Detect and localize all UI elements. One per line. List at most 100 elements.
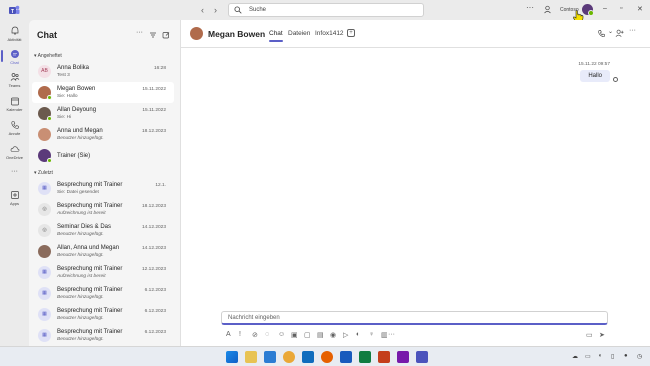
priority-icon[interactable]: ! — [239, 331, 246, 338]
chat-row-meeting[interactable]: ▦ Besprechung mit Trainer Aufzeichnung i… — [32, 262, 174, 283]
forward-arrow-icon[interactable]: › — [214, 5, 217, 15]
header-divider — [181, 47, 650, 48]
chat-row-meeting[interactable]: ▦ Besprechung mit Trainer Benutzer hinzu… — [32, 283, 174, 304]
rail-item-onedrive[interactable]: OneDrive — [0, 142, 29, 164]
network-icon[interactable]: ▭ — [585, 353, 591, 360]
approvals-icon[interactable]: ◐ — [356, 331, 363, 338]
teams-taskbar-icon[interactable] — [416, 351, 428, 363]
emoji-icon[interactable]: ☺ — [278, 331, 285, 338]
rail-item-apps[interactable]: Apps — [0, 188, 29, 210]
lists-icon[interactable]: ▥ — [381, 331, 388, 339]
search-icon — [234, 6, 242, 14]
compose-input[interactable]: Nachricht eingeben — [228, 315, 280, 321]
contact-avatar — [190, 27, 203, 40]
edge-browser-icon[interactable] — [264, 351, 276, 363]
people-icon[interactable] — [543, 5, 552, 14]
chat-date: 6.12.2023 — [144, 330, 166, 335]
chat-date: 15.11.2022 — [142, 87, 166, 92]
stream-icon[interactable]: ▷ — [343, 331, 350, 339]
chat-date: 14.12.2023 — [141, 246, 166, 251]
schedule-meeting-icon[interactable]: ▤ — [317, 331, 324, 339]
minimize-button[interactable]: – — [603, 5, 607, 12]
chat-date: 6.12.2023 — [144, 309, 166, 314]
section-pinned[interactable]: Angeheftet — [34, 53, 62, 59]
chat-row-allan-deyoung[interactable]: Allan Deyoung Sie: Hi 15.11.2022 — [32, 103, 174, 124]
calendar-icon: ▦ — [38, 329, 51, 342]
praise-icon[interactable]: ◉ — [330, 331, 337, 339]
more-options-icon[interactable]: ··· — [526, 3, 534, 12]
message-compose-box[interactable]: Nachricht eingeben — [221, 311, 608, 325]
search-input[interactable]: Suche — [249, 7, 266, 13]
gif-icon[interactable]: ▣ — [291, 331, 298, 339]
notification-icon[interactable]: ● — [624, 353, 628, 359]
rail-item-activity[interactable]: Aktivität — [0, 24, 29, 46]
chat-row-meeting[interactable]: ▦ Besprechung mit Trainer Benutzer hinzu… — [32, 304, 174, 325]
loop-icon[interactable]: ◌ — [265, 331, 272, 338]
filter-icon[interactable] — [149, 31, 157, 39]
tab-chat[interactable]: Chat — [269, 30, 283, 42]
rail-item-calendar[interactable]: Kalender — [0, 94, 29, 116]
clock-icon[interactable]: ◷ — [637, 353, 642, 360]
chrome-icon[interactable] — [283, 351, 295, 363]
chat-preview: Benutzer hinzugefügt. — [57, 295, 104, 300]
volume-icon[interactable]: ◖ — [598, 353, 602, 359]
meeting-icon: ◎ — [38, 203, 51, 216]
chat-preview: Benutzer hinzugefügt. — [57, 136, 104, 141]
chat-date: 12.12.2023 — [141, 267, 166, 272]
chat-row-group[interactable]: Allan, Anna und Megan Benutzer hinzugefü… — [32, 241, 174, 262]
phone-icon[interactable] — [597, 29, 606, 38]
chat-name: Allan, Anna und Megan — [57, 245, 120, 251]
chat-preview: Benutzer hinzugefügt. — [57, 232, 104, 237]
sticker-icon[interactable]: ▢ — [304, 331, 311, 339]
format-icon[interactable]: A — [226, 331, 233, 338]
search-box[interactable]: Suche — [228, 3, 424, 17]
chat-row-meeting[interactable]: ◎ Besprechung mit Trainer Aufzeichnung i… — [32, 199, 174, 220]
rail-item-chat[interactable]: Chat — [0, 47, 29, 69]
chat-preview: Aufzeichnung ist bereit — [57, 211, 106, 216]
calendar-icon — [10, 97, 19, 106]
chat-row-megan-bowen[interactable]: Megan Bowen Sie: Hallo 15.11.2022 — [32, 82, 174, 103]
maximize-button[interactable]: ▫ — [620, 5, 622, 12]
word-icon[interactable] — [340, 351, 352, 363]
people-add-icon[interactable] — [615, 29, 624, 38]
attach-icon[interactable]: ⊘ — [252, 331, 259, 339]
new-chat-icon[interactable] — [162, 31, 170, 39]
outlook-icon[interactable] — [302, 351, 314, 363]
video-clip-icon[interactable]: ▭ — [586, 331, 593, 339]
chat-row-meeting[interactable]: ▦ Besprechung mit Trainer Benutzer hinzu… — [32, 325, 174, 346]
add-tab-button[interactable]: + — [347, 29, 355, 37]
chat-row-seminar[interactable]: ◎ Seminar Dies & Das Benutzer hinzugefüg… — [32, 220, 174, 241]
excel-icon[interactable] — [359, 351, 371, 363]
rail-item-calls[interactable]: Anrufe — [0, 118, 29, 140]
file-explorer-icon[interactable] — [245, 351, 257, 363]
tab-files[interactable]: Dateien — [288, 30, 310, 37]
more-options-icon[interactable]: ··· — [388, 331, 395, 338]
chat-row-trainer[interactable]: Trainer (Sie) — [32, 145, 174, 166]
chat-row-meeting[interactable]: ▦ Besprechung mit Trainer Sie: Datei ges… — [32, 178, 174, 199]
onedrive-tray-icon[interactable]: ☁ — [572, 353, 578, 360]
windows-start-icon[interactable] — [226, 351, 238, 363]
chat-main: Megan Bowen Chat Dateien Infox1412 + ⌄ ·… — [181, 20, 650, 346]
section-recent[interactable]: Zuletzt — [34, 170, 53, 176]
chat-row-anna-und-megan[interactable]: Anna und Megan Benutzer hinzugefügt. 18.… — [32, 124, 174, 145]
chevron-down-icon[interactable]: ⌄ — [608, 28, 613, 35]
close-button[interactable]: ✕ — [637, 5, 643, 13]
updates-icon[interactable]: ♀ — [369, 331, 376, 338]
powerpoint-icon[interactable] — [378, 351, 390, 363]
send-icon[interactable]: ➤ — [599, 331, 606, 339]
tab-infox[interactable]: Infox1412 — [315, 30, 344, 37]
firefox-icon[interactable] — [321, 351, 333, 363]
onenote-icon[interactable] — [397, 351, 409, 363]
more-options-icon[interactable]: ··· — [629, 27, 636, 34]
more-icon: ··· — [11, 168, 18, 175]
chat-date: 6.12.2023 — [144, 288, 166, 293]
message-bubble[interactable]: Hallo — [580, 70, 610, 82]
chat-row-anna-bolika[interactable]: AB Anna Bolika Test 3 16:28 — [32, 61, 174, 82]
battery-icon[interactable]: ▯ — [611, 353, 614, 360]
more-options-icon[interactable]: ··· — [136, 29, 144, 37]
avatar — [38, 86, 52, 100]
rail-more-button[interactable]: ··· — [0, 168, 29, 180]
presence-badge — [47, 116, 52, 121]
rail-item-teams[interactable]: Teams — [0, 70, 29, 92]
back-arrow-icon[interactable]: ‹ — [201, 5, 204, 15]
